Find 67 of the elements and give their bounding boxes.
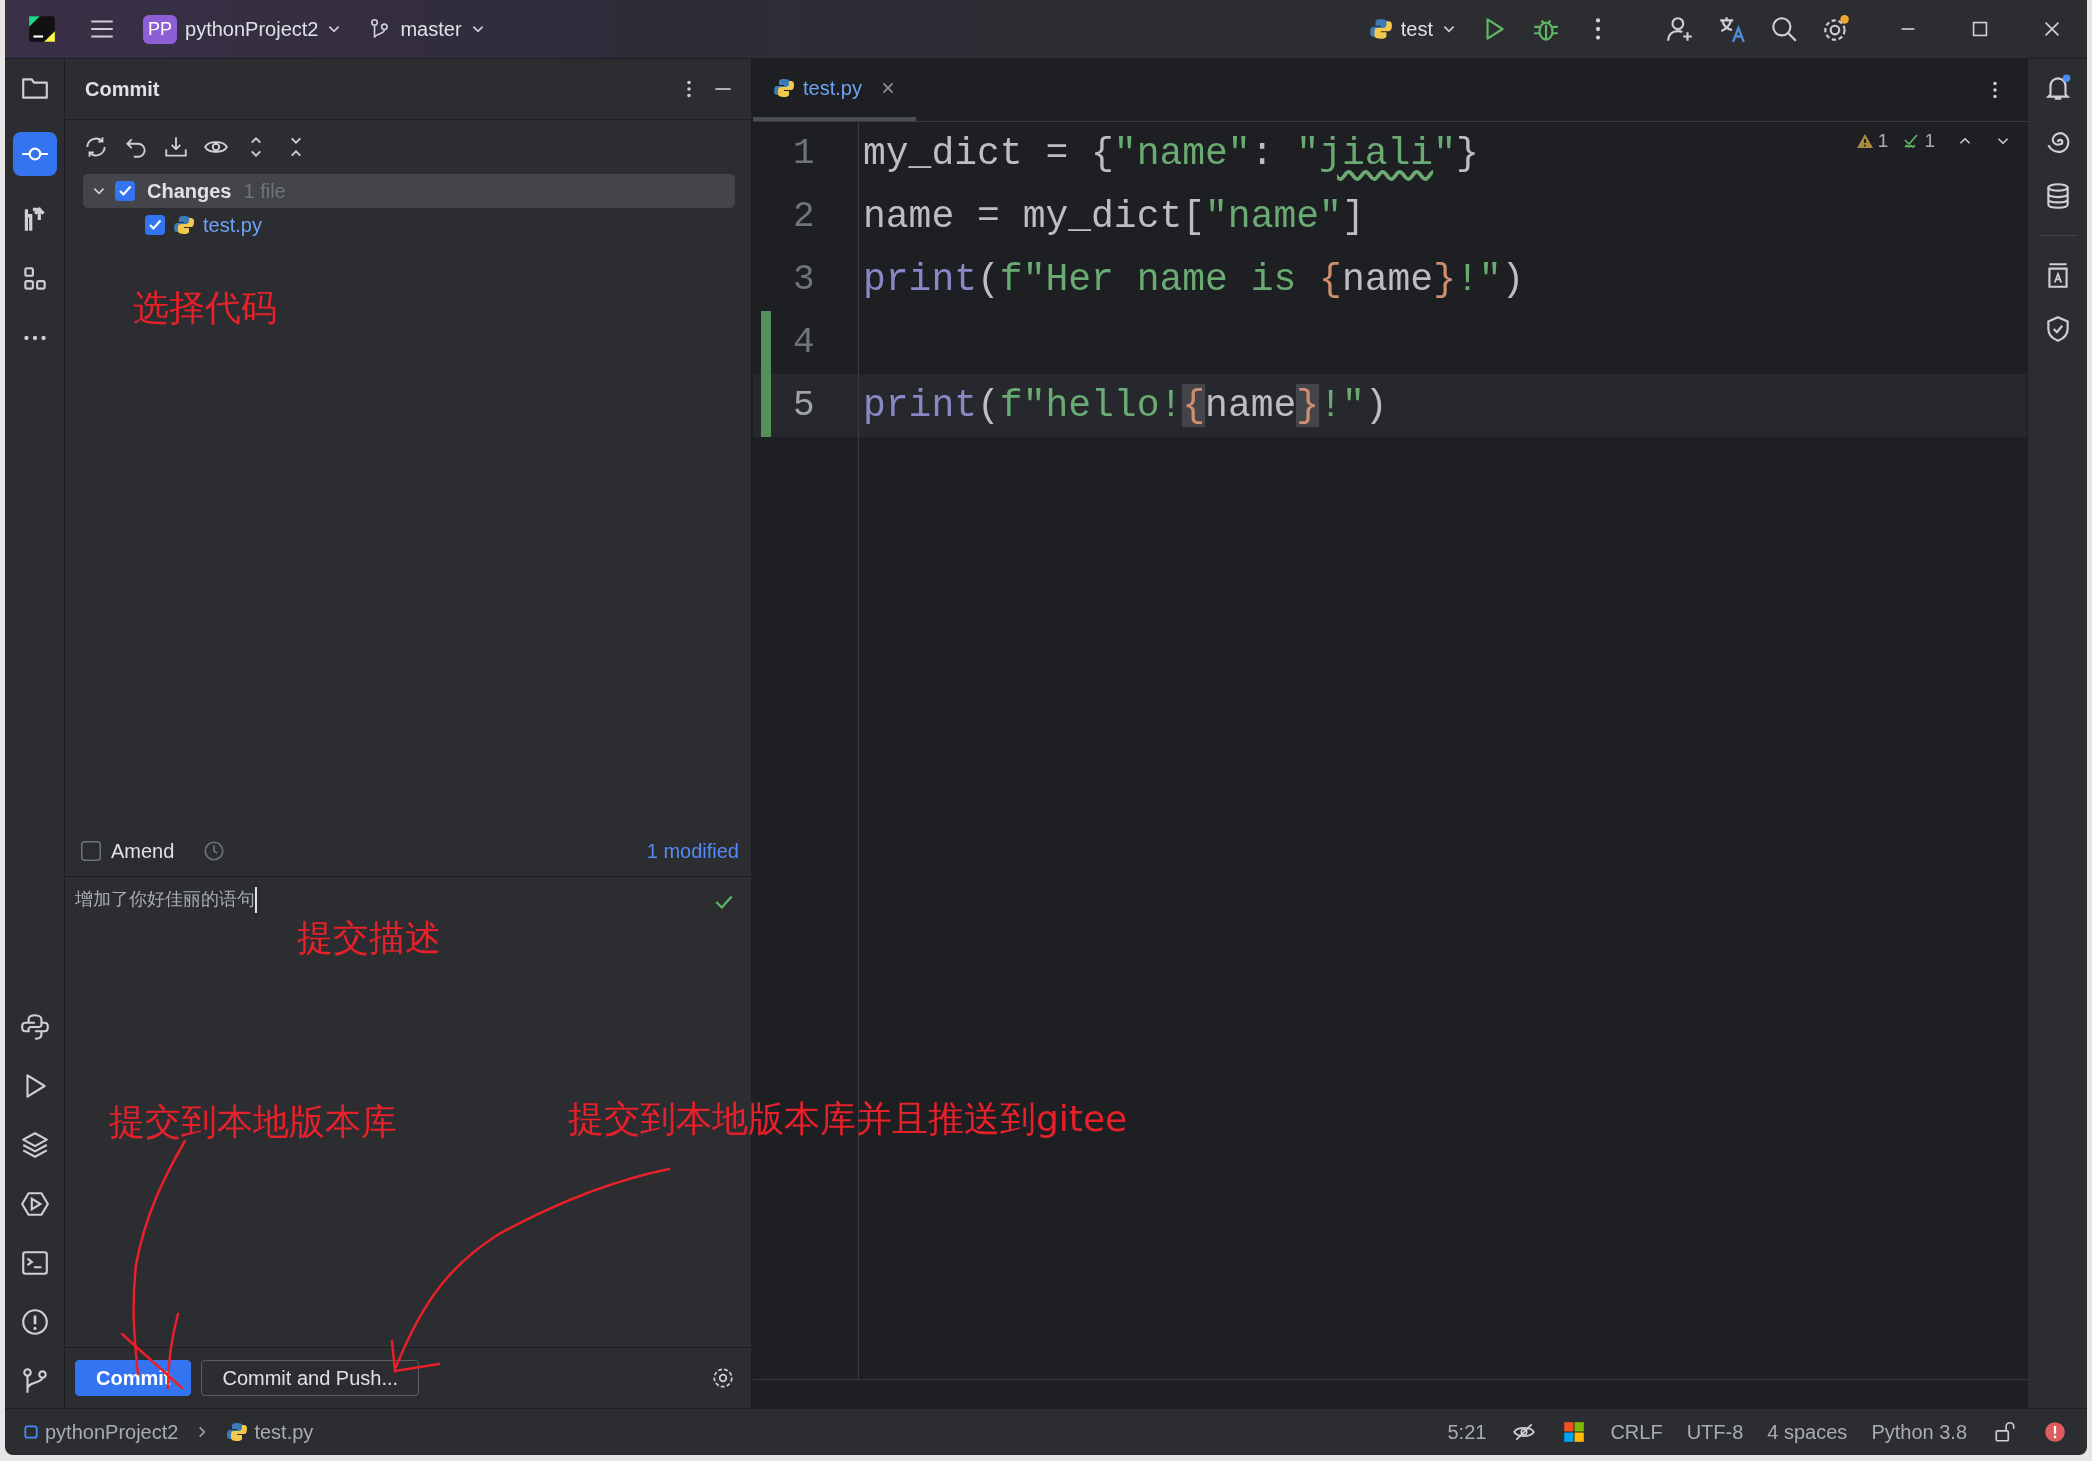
commit-tool-button[interactable] (12, 132, 57, 176)
translate-icon[interactable] (1717, 14, 1747, 44)
panel-title: Commit (85, 77, 161, 101)
tab-label: test.py (803, 76, 862, 100)
python-console-icon[interactable] (19, 1012, 50, 1042)
run-config-selector[interactable]: test (1368, 17, 1457, 41)
module-icon (23, 1424, 39, 1440)
warning-count: 1 (1877, 130, 1889, 152)
project-selector[interactable]: PP pythonProject2 (143, 14, 343, 44)
settings-icon[interactable] (711, 1366, 735, 1390)
status-item[interactable]: Python 3.8 (1871, 1420, 1967, 1444)
check-icon[interactable] (1902, 132, 1921, 150)
checkbox[interactable] (145, 215, 165, 235)
project-name: pythonProject2 (185, 17, 319, 41)
line-number: 4 (793, 322, 815, 363)
group-label: Changes (147, 179, 232, 203)
code-line: print(f"Her name is {name}!") (863, 258, 1525, 301)
python-icon (1368, 17, 1393, 41)
run-config-name: test (1400, 17, 1433, 41)
checkbox[interactable] (115, 181, 135, 201)
python-icon (773, 77, 795, 99)
app-logo-icon (27, 14, 57, 44)
lock-icon[interactable] (1993, 1420, 2017, 1444)
breadcrumb[interactable]: pythonProject2 (45, 1420, 179, 1444)
code-line: name = my_dict["name"] (863, 195, 1365, 238)
layers-icon[interactable] (19, 1130, 50, 1160)
code-line: print(f"hello!{name}!") (863, 384, 1388, 427)
error-icon[interactable] (2043, 1420, 2067, 1444)
code-line: my_dict = {"name": "jiali"} (863, 132, 1479, 175)
problems-icon[interactable] (19, 1307, 50, 1337)
annotation-text: 提交描述 (297, 916, 441, 960)
breadcrumb[interactable]: test.py (254, 1420, 314, 1444)
status-item[interactable]: UTF-8 (1686, 1420, 1744, 1444)
python-icon (173, 214, 195, 236)
file-name: test.py (203, 213, 262, 237)
settings-icon[interactable] (1821, 14, 1851, 44)
terminal-icon[interactable] (19, 1248, 50, 1278)
warning-icon[interactable] (1855, 132, 1874, 150)
file-row[interactable]: test.py (83, 208, 735, 242)
annotation-text: 提交到本地版本库并且推送到gitee (568, 1097, 1128, 1141)
download-icon[interactable] (163, 134, 189, 160)
annotation-text: 选择代码 (133, 286, 277, 330)
annotation-text: 提交到本地版本库 (109, 1100, 397, 1144)
editor-tab[interactable]: test.py (753, 59, 916, 121)
commit-and-push-button[interactable]: Commit and Push... (201, 1360, 420, 1396)
change-marker (761, 374, 771, 437)
status-item[interactable]: 4 spaces (1767, 1420, 1848, 1444)
commit-message-text: 增加了你好佳丽的语句 (75, 887, 255, 911)
line-number: 3 (793, 259, 815, 300)
python-icon (226, 1421, 249, 1443)
line-number: 2 (793, 196, 815, 237)
line-number: 1 (793, 133, 815, 174)
line-number: 5 (793, 385, 815, 426)
windows-icon[interactable] (1562, 1420, 1587, 1444)
project-badge: PP (143, 14, 177, 44)
search-icon[interactable] (1769, 14, 1799, 44)
services-icon[interactable] (19, 1189, 50, 1219)
add-user-icon[interactable] (1665, 14, 1695, 44)
branch-selector[interactable]: master (368, 17, 486, 41)
branch-name: master (400, 17, 462, 41)
amend-checkbox[interactable] (81, 841, 101, 861)
status-item[interactable]: CRLF (1610, 1420, 1663, 1444)
check-count: 1 (1924, 130, 1935, 152)
amend-label[interactable]: Amend (111, 839, 175, 863)
modified-link[interactable]: 1 modified (646, 839, 739, 863)
change-marker (761, 311, 771, 374)
cursor-position[interactable]: 5:21 (1447, 1420, 1487, 1444)
